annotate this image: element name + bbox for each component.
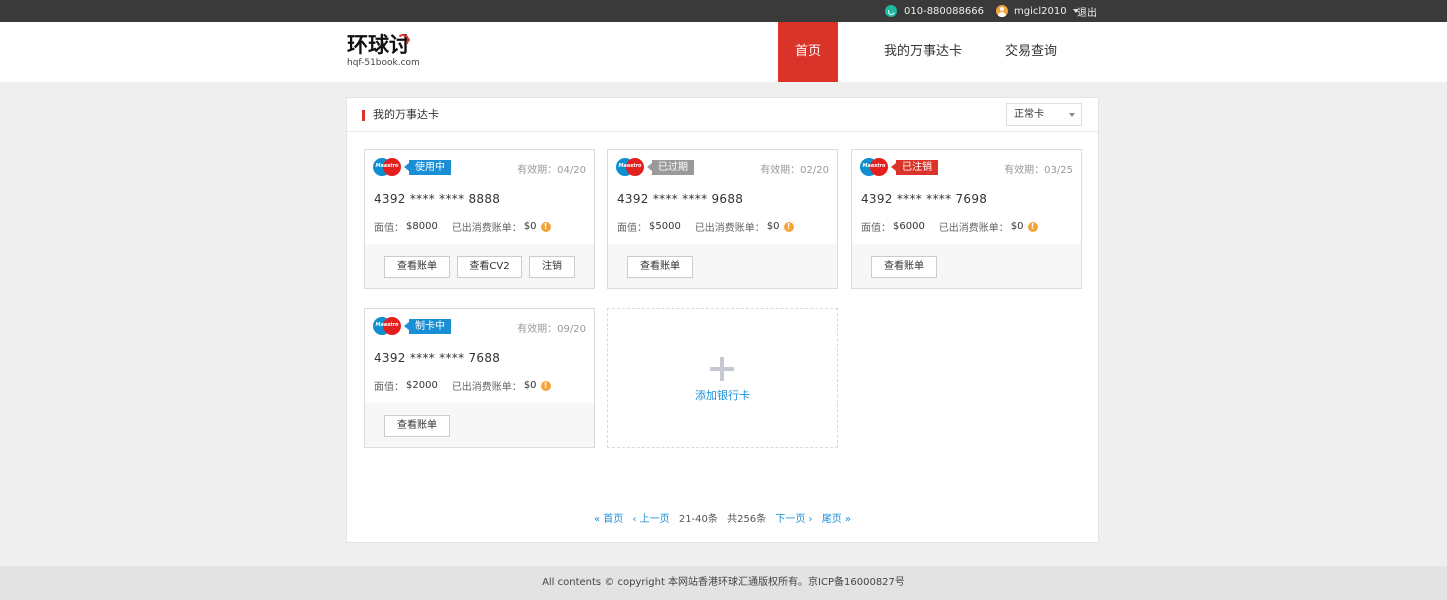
billed-value: $0 — [523, 380, 537, 391]
page-range: 21-40条 — [678, 514, 718, 525]
status-badge: 已过期 — [647, 160, 694, 175]
billed-label: 已出消费账单： — [451, 223, 522, 234]
face-value: $5000 — [649, 221, 681, 232]
card-number: 4392 **** **** 8888 — [374, 192, 501, 206]
card-item: Maestro 使用中 有效期：04/20 4392 **** **** 888… — [364, 149, 595, 289]
card-expiry: 有效期：09/20 — [517, 324, 586, 335]
copyright-text: All contents © copyright 本网站香港环球汇通版权所有。京… — [542, 577, 905, 588]
next-page-link[interactable]: 下一页 › — [775, 514, 812, 525]
prev-page-link[interactable]: ‹ 上一页 — [632, 514, 669, 525]
logo-text: 环球讨 — [347, 32, 410, 57]
billed-value: $0 — [1010, 221, 1024, 232]
hotline: 010-880088666 — [885, 0, 984, 22]
billed-label: 已出消费账单： — [938, 223, 1009, 234]
warning-info-icon[interactable]: ! — [540, 380, 551, 391]
pagination: « 首页 ‹ 上一页 21-40条 共256条 下一页 › 尾页 » — [347, 510, 1098, 525]
face-value: $6000 — [893, 221, 925, 232]
cards-panel: 我的万事达卡 正常卡 Maestro 使用中 有效期：04/20 4392 **… — [346, 97, 1099, 543]
face-value-label: 面值： — [374, 382, 404, 393]
billed-value: $0 — [766, 221, 780, 232]
view-bill-button[interactable]: 查看账单 — [871, 256, 937, 278]
view-cv2-button[interactable]: 查看CV2 — [457, 256, 522, 278]
warning-info-icon[interactable]: ! — [783, 221, 794, 232]
phone-icon — [885, 5, 897, 17]
maestro-logo-icon: Maestro — [616, 158, 644, 176]
billed-value: $0 — [523, 221, 537, 232]
card-expiry: 有效期：03/25 — [1004, 165, 1073, 176]
panel-title: 我的万事达卡 — [373, 108, 439, 121]
nav-home[interactable]: 首页 — [778, 22, 838, 82]
card-item: Maestro 已注销 有效期：03/25 4392 **** **** 769… — [851, 149, 1082, 289]
face-value: $2000 — [406, 380, 438, 391]
card-meta: 面值： $5000 已出消费账单： $0 ! — [617, 219, 794, 234]
nav-my-cards[interactable]: 我的万事达卡 — [872, 22, 974, 82]
first-page-link[interactable]: « 首页 — [594, 514, 623, 525]
top-bar: 010-880088666 mgicl2010 退出 — [0, 0, 1447, 22]
view-bill-button[interactable]: 查看账单 — [384, 256, 450, 278]
card-expiry: 有效期：02/20 — [760, 165, 829, 176]
footer: All contents © copyright 本网站香港环球汇通版权所有。京… — [0, 566, 1447, 600]
logo-swoosh-icon — [397, 34, 409, 46]
view-bill-button[interactable]: 查看账单 — [384, 415, 450, 437]
face-value-label: 面值： — [861, 223, 891, 234]
status-badge: 制卡中 — [404, 319, 451, 334]
logout-link[interactable]: 退出 — [1077, 0, 1097, 22]
card-status-filter[interactable]: 正常卡 — [1006, 103, 1082, 126]
maestro-logo-icon: Maestro — [373, 158, 401, 176]
card-item: Maestro 已过期 有效期：02/20 4392 **** **** 968… — [607, 149, 838, 289]
maestro-logo-icon: Maestro — [373, 317, 401, 335]
card-item: Maestro 制卡中 有效期：09/20 4392 **** **** 768… — [364, 308, 595, 448]
card-meta: 面值： $2000 已出消费账单： $0 ! — [374, 378, 551, 393]
card-number: 4392 **** **** 7688 — [374, 351, 501, 365]
face-value-label: 面值： — [374, 223, 404, 234]
logo-domain: hqf-51book.com — [347, 58, 420, 68]
card-meta: 面值： $6000 已出消费账单： $0 ! — [861, 219, 1038, 234]
face-value: $8000 — [406, 221, 438, 232]
face-value-label: 面值： — [617, 223, 647, 234]
plus-icon[interactable] — [710, 357, 734, 381]
title-accent-bar — [362, 110, 365, 121]
add-card-label[interactable]: 添加银行卡 — [608, 387, 837, 403]
warning-info-icon[interactable]: ! — [540, 221, 551, 232]
view-bill-button[interactable]: 查看账单 — [627, 256, 693, 278]
card-meta: 面值： $8000 已出消费账单： $0 ! — [374, 219, 551, 234]
user-menu[interactable]: mgicl2010 — [996, 0, 1079, 22]
status-badge: 已注销 — [891, 160, 938, 175]
maestro-logo-icon: Maestro — [860, 158, 888, 176]
warning-info-icon[interactable]: ! — [1027, 221, 1038, 232]
billed-label: 已出消费账单： — [694, 223, 765, 234]
nav-transactions[interactable]: 交易查询 — [998, 22, 1064, 82]
card-status-filter-value: 正常卡 — [1014, 109, 1044, 120]
last-page-link[interactable]: 尾页 » — [822, 514, 851, 525]
hotline-number: 010-880088666 — [904, 5, 984, 17]
user-icon — [996, 5, 1008, 17]
username[interactable]: mgicl2010 — [1014, 6, 1067, 17]
header: 环球讨 hqf-51book.com 首页 我的万事达卡 交易查询 — [0, 22, 1447, 82]
card-number: 4392 **** **** 9688 — [617, 192, 744, 206]
panel-header: 我的万事达卡 正常卡 — [347, 98, 1098, 132]
add-card-tile[interactable]: 添加银行卡 — [607, 308, 838, 448]
cancel-card-button[interactable]: 注销 — [529, 256, 575, 278]
total-count: 共256条 — [727, 514, 767, 525]
logo[interactable]: 环球讨 hqf-51book.com — [347, 32, 427, 74]
dropdown-arrow-icon — [1069, 113, 1075, 117]
card-number: 4392 **** **** 7698 — [861, 192, 988, 206]
status-badge: 使用中 — [404, 160, 451, 175]
logout-label[interactable]: 退出 — [1077, 4, 1097, 19]
card-expiry: 有效期：04/20 — [517, 165, 586, 176]
billed-label: 已出消费账单： — [451, 382, 522, 393]
